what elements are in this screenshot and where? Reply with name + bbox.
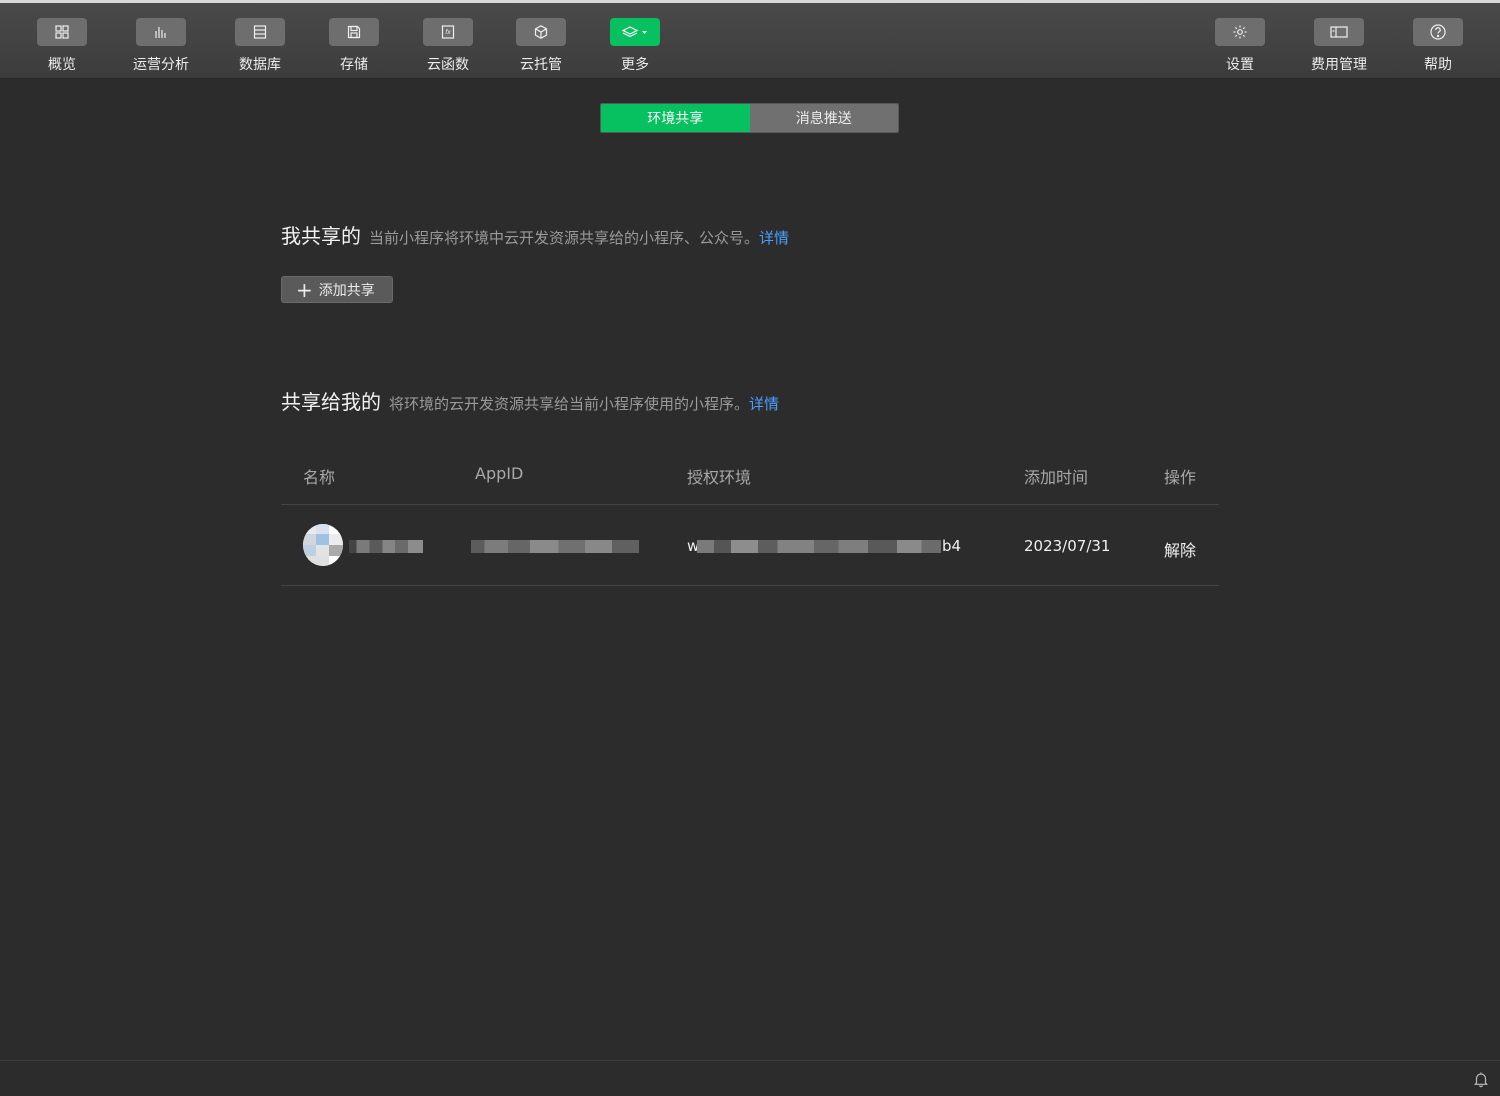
toolbar-cloud-hosting[interactable]: 云托管 <box>491 3 591 79</box>
column-action: 操作 <box>1164 468 1197 487</box>
function-icon: fx <box>423 18 473 46</box>
grid-icon <box>37 18 87 46</box>
add-share-label: 添加共享 <box>318 282 375 299</box>
database-icon <box>235 18 285 46</box>
toolbar-billing-label: 费用管理 <box>1311 57 1367 73</box>
shared-to-me-details-link[interactable]: 详情 <box>749 393 779 414</box>
column-name: 名称 <box>303 468 336 487</box>
toolbar-storage-label: 存储 <box>340 57 368 73</box>
toolbar-cloud-function-label: 云函数 <box>427 57 469 73</box>
toolbar-settings-label: 设置 <box>1226 57 1254 73</box>
toolbar-storage[interactable]: 存储 <box>304 3 404 79</box>
toolbar-more[interactable]: 更多 <box>585 3 685 79</box>
top-toolbar: 概览 运营分析 数据库 存储 fx 云函数 云托管 更多 设置 费用管理 帮助 <box>0 3 1500 79</box>
my-shared-title: 我共享的 <box>281 224 361 248</box>
toolbar-database-label: 数据库 <box>239 57 281 73</box>
gear-icon <box>1215 18 1265 46</box>
toolbar-more-label: 更多 <box>621 57 649 73</box>
plus-icon: + <box>296 277 313 302</box>
cube-icon <box>516 18 566 46</box>
appid-redacted <box>471 540 639 553</box>
billing-icon <box>1314 18 1364 46</box>
avatar <box>303 524 343 566</box>
toolbar-overview-label: 概览 <box>48 57 76 73</box>
tab-message-push[interactable]: 消息推送 <box>749 104 898 132</box>
toolbar-help[interactable]: 帮助 <box>1388 3 1488 79</box>
add-share-button[interactable]: + 添加共享 <box>281 276 393 303</box>
toolbar-analytics-label: 运营分析 <box>133 57 189 73</box>
shared-to-me-description: 将环境的云开发资源共享给当前小程序使用的小程序。 <box>389 395 750 413</box>
toolbar-cloud-function[interactable]: fx 云函数 <box>398 3 498 79</box>
toolbar-settings[interactable]: 设置 <box>1190 3 1290 79</box>
column-appid: AppID <box>475 464 524 483</box>
added-date: 2023/07/31 <box>1024 537 1111 555</box>
layers-icon <box>610 18 660 46</box>
toolbar-cloud-hosting-label: 云托管 <box>520 57 562 73</box>
toolbar-overview[interactable]: 概览 <box>12 3 112 79</box>
save-icon <box>329 18 379 46</box>
table-row: w b4 2023/07/31 解除 <box>281 505 1219 586</box>
shared-to-me-header: 共享给我的 将环境的云开发资源共享给当前小程序使用的小程序。 详情 <box>281 386 779 415</box>
bar-chart-icon <box>136 18 186 46</box>
status-bar <box>0 1060 1500 1096</box>
bell-icon[interactable] <box>1472 1070 1490 1088</box>
table-header: 名称 AppID 授权环境 添加时间 操作 <box>281 444 1219 505</box>
env-suffix: b4 <box>942 537 962 555</box>
my-shared-header: 我共享的 当前小程序将环境中云开发资源共享给的小程序、公众号。 详情 <box>281 220 789 249</box>
help-icon <box>1413 18 1463 46</box>
app-name-redacted <box>349 540 423 553</box>
toolbar-analytics[interactable]: 运营分析 <box>111 3 211 79</box>
column-added-time: 添加时间 <box>1024 468 1089 487</box>
my-shared-description: 当前小程序将环境中云开发资源共享给的小程序、公众号。 <box>369 229 760 247</box>
unbind-link[interactable]: 解除 <box>1164 537 1196 561</box>
env-id-redacted <box>697 540 941 553</box>
toolbar-billing[interactable]: 费用管理 <box>1289 3 1389 79</box>
toolbar-help-label: 帮助 <box>1424 57 1452 73</box>
tab-switcher: 环境共享 消息推送 <box>600 103 899 133</box>
my-shared-details-link[interactable]: 详情 <box>759 227 789 248</box>
column-env: 授权环境 <box>687 468 752 487</box>
svg-text:fx: fx <box>445 29 451 36</box>
toolbar-database[interactable]: 数据库 <box>210 3 310 79</box>
shared-to-me-table: 名称 AppID 授权环境 添加时间 操作 w b4 2023/07/31 解除 <box>281 444 1219 586</box>
shared-to-me-title: 共享给我的 <box>281 390 381 414</box>
tab-env-sharing[interactable]: 环境共享 <box>601 104 750 132</box>
